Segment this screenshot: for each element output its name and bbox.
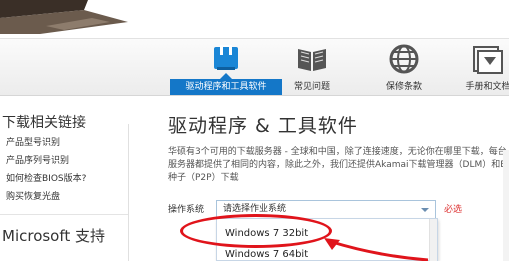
sidebar-border: [128, 124, 129, 261]
sidebar-link-recovery[interactable]: 购买恢复光盘: [0, 188, 128, 206]
sidebar-link-serial[interactable]: 产品序列号识别: [0, 152, 128, 170]
sidebar-link-model[interactable]: 产品型号识别: [0, 134, 128, 152]
main-content: 驱动程序 & 工具软件 华硕有3个可用的下载服务器 - 全球和中国，除了连接速度…: [168, 112, 509, 219]
sidebar-heading: 下载相关链接: [2, 115, 86, 131]
globe-icon: [389, 44, 419, 74]
tab-warranty[interactable]: 保修条款: [354, 39, 454, 97]
chevron-down-icon: [421, 208, 429, 212]
page-scrollbar[interactable]: [503, 150, 509, 261]
download-icon: [214, 45, 238, 70]
arrow-icon: [324, 238, 429, 261]
required-label: 必选: [444, 205, 463, 215]
sidebar-link-bios[interactable]: 如何检查BIOS版本?: [0, 170, 128, 188]
tab-label: 常见问题: [293, 82, 330, 92]
support-tab-bar: 驱动程序和工具软件 常见问题 保修条款 手册和文档: [0, 38, 509, 96]
sidebar-divider: [0, 214, 128, 215]
tab-manuals[interactable]: 手册和文档: [442, 39, 509, 97]
tab-label: 手册和文档: [465, 82, 509, 92]
page-title: 驱动程序 & 工具软件: [168, 115, 358, 137]
server-description: 华硕有3个可用的下载服务器 - 全球和中国，除了连接速度，无论你在哪里下载，每台…: [168, 147, 509, 183]
book-icon: [298, 49, 326, 71]
laptop-image: [0, 0, 128, 34]
tab-faq[interactable]: 常见问题: [262, 39, 362, 97]
sidebar: 下载相关链接 产品型号识别 产品序列号识别 如何检查BIOS版本? 购买恢复光盘…: [0, 112, 128, 261]
os-option-win7-64[interactable]: Windows 7 64bit: [225, 249, 308, 260]
highlight-ellipse: [180, 214, 332, 248]
os-select-value: 请选择作业系统: [223, 204, 287, 214]
tab-label: 保修条款: [385, 82, 422, 92]
folder-icon: [473, 46, 503, 74]
product-image-strip: [0, 0, 509, 40]
sidebar-heading-microsoft: Microsoft 支持: [2, 227, 106, 245]
os-label: 操作系统: [168, 205, 205, 215]
